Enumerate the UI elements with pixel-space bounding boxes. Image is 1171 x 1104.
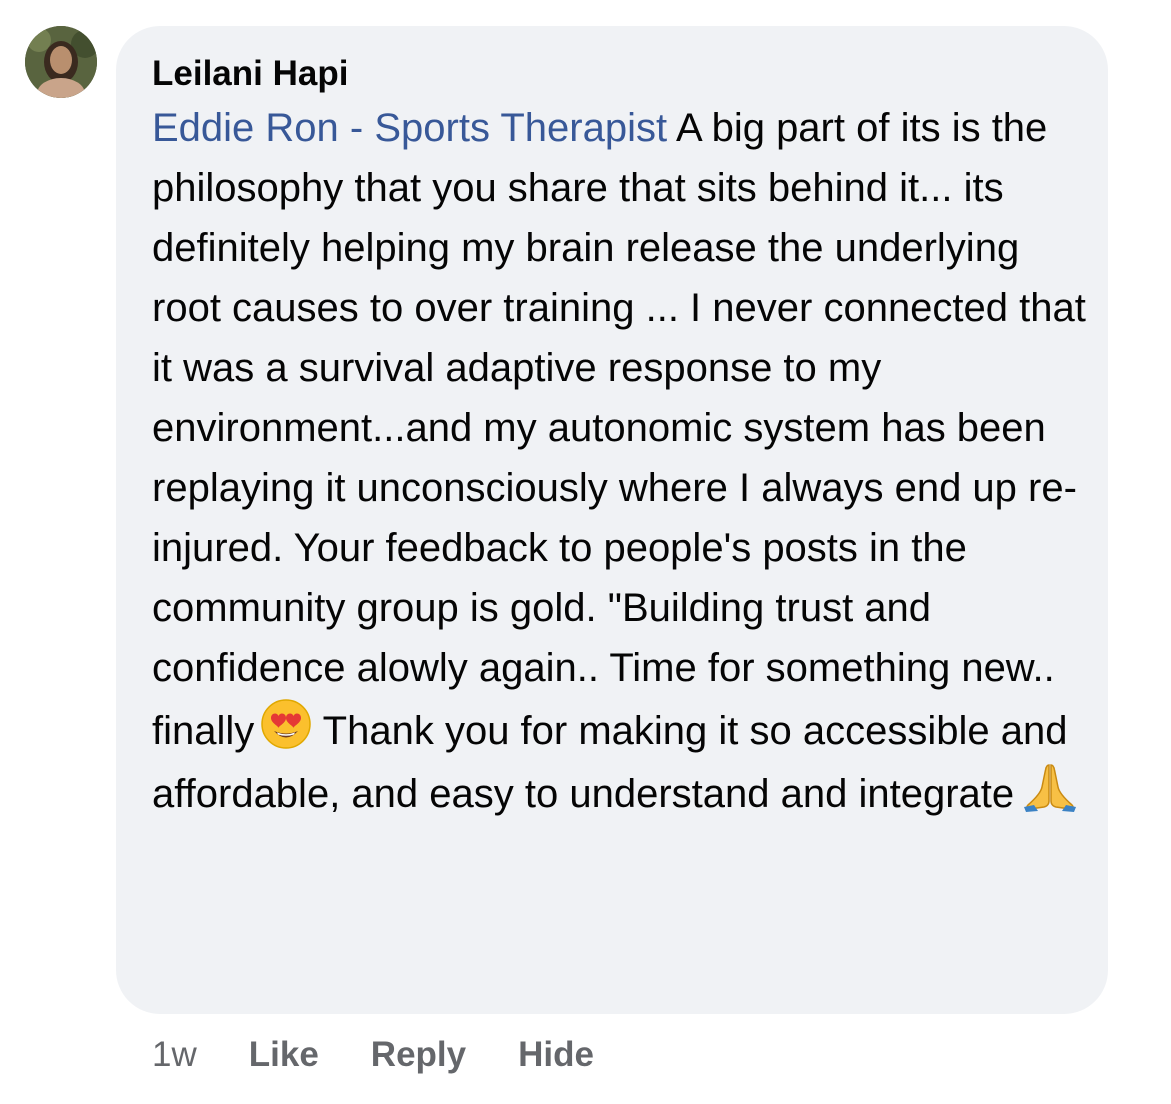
comment-bubble: Leilani Hapi Eddie Ron - Sports Therapis… [116,26,1108,1014]
comment-actions: 1w Like Reply Hide [152,1030,594,1080]
comment-text: Eddie Ron - Sports Therapist A big part … [152,98,1092,824]
comment-author[interactable]: Leilani Hapi [152,54,1078,94]
reply-button[interactable]: Reply [371,1035,466,1075]
comment-timestamp[interactable]: 1w [152,1035,197,1075]
like-button[interactable]: Like [249,1035,319,1075]
hide-button[interactable]: Hide [518,1035,594,1075]
avatar[interactable] [25,26,97,98]
heart-eyes-emoji-icon [260,698,312,750]
mention-link[interactable]: Eddie Ron - Sports Therapist [152,106,667,150]
profile-photo-icon [25,26,97,98]
comment-body-part-1: A big part of its is the philosophy that… [152,106,1086,753]
folded-hands-emoji-icon [1020,761,1077,813]
